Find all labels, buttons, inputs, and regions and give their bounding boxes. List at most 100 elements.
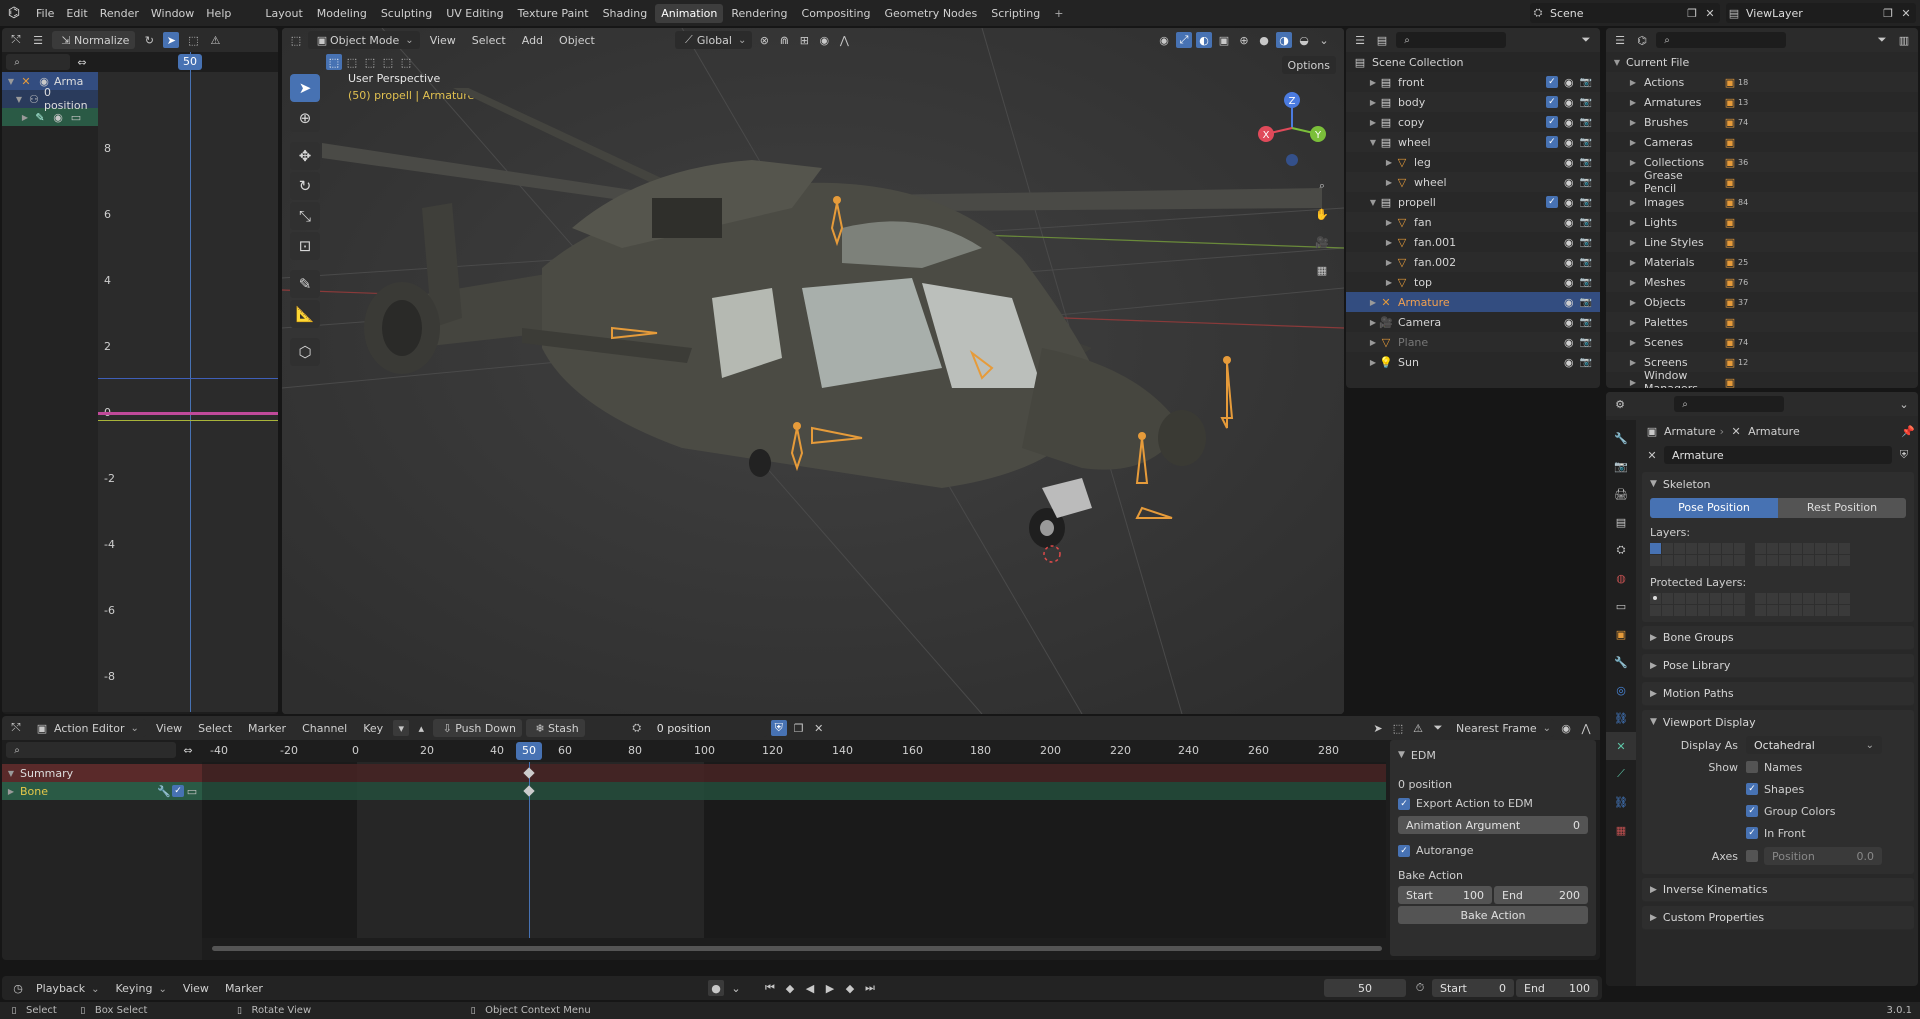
bake-start-field[interactable]: Start 100 [1398, 886, 1492, 904]
include-checkbox[interactable]: ✓ [1545, 76, 1558, 88]
menu-view[interactable]: View [150, 722, 188, 735]
modifier-tab-icon[interactable]: 🔧 [1606, 648, 1636, 676]
filter-icon[interactable]: ⏷ [1430, 720, 1446, 736]
eye-icon[interactable]: ◉ [1564, 336, 1574, 349]
outliner-item-wheel[interactable]: ▶ ▽ wheel ◉ 📷 [1346, 172, 1600, 192]
blender-logo-icon[interactable]: ⌬ [6, 5, 22, 21]
transform-tool[interactable]: ⊡ [290, 232, 320, 260]
pose-library-section[interactable]: ▶ Pose Library [1642, 654, 1914, 678]
duplicate-action-icon[interactable]: ❐ [791, 720, 807, 736]
move-tool[interactable]: ✥ [290, 142, 320, 170]
render-tab-icon[interactable]: 📷 [1606, 452, 1636, 480]
scale-tool[interactable]: ⤡ [290, 202, 320, 230]
chevron-right-icon[interactable]: ▶ [1384, 238, 1394, 247]
outliner-search-input[interactable]: ⌕ [1396, 32, 1506, 48]
outliner-item-armature[interactable]: ▶ ✕ Armature ◉ 📷 [1346, 292, 1600, 312]
bone-mute-checkbox[interactable]: ✓ [172, 785, 184, 797]
render-camera-icon[interactable]: 📷 [1580, 217, 1592, 228]
eye-icon[interactable]: ◉ [1564, 96, 1574, 109]
names-checkbox[interactable] [1746, 761, 1758, 773]
editor-type-icon[interactable]: ☰ [1352, 32, 1368, 48]
chevron-right-icon[interactable]: ▶ [1368, 358, 1378, 367]
render-camera-icon[interactable]: 📷 [1580, 137, 1592, 148]
menu-edit[interactable]: Edit [60, 7, 93, 20]
layer-up-icon[interactable]: ▴ [413, 720, 429, 736]
jump-start-icon[interactable]: ⏮ [762, 980, 778, 996]
editor-type-icon[interactable]: ⚙ [1612, 396, 1628, 412]
constraints-tab-icon[interactable]: ⛓ [1606, 704, 1636, 732]
physics-tab-icon[interactable]: ◎ [1606, 676, 1636, 704]
tab-modeling[interactable]: Modeling [311, 7, 373, 20]
warning-icon[interactable]: ⚠ [1410, 720, 1426, 736]
normalize-toggle[interactable]: ⇲ Normalize [52, 31, 136, 49]
datablock-actions[interactable]: ▶ Actions ▣ 18 [1606, 72, 1918, 92]
eye-icon[interactable]: ◉ [1564, 156, 1574, 169]
eye-icon[interactable]: ◉ [1564, 236, 1574, 249]
render-camera-icon[interactable]: 📷 [1580, 157, 1592, 168]
bone-groups-section[interactable]: ▶ Bone Groups [1642, 626, 1914, 650]
select-new-icon[interactable]: ⬚ [326, 54, 342, 70]
render-camera-icon[interactable]: 📷 [1580, 297, 1592, 308]
rotate-tool[interactable]: ↻ [290, 172, 320, 200]
tab-rendering[interactable]: Rendering [725, 7, 793, 20]
eye-icon[interactable]: ◉ [1564, 136, 1574, 149]
viewport-3d[interactable]: ⬚ ▣ Object Mode View Select Add Object ⟋… [282, 28, 1344, 714]
render-camera-icon[interactable]: 📷 [1580, 337, 1592, 348]
datablock-line-styles[interactable]: ▶ Line Styles ▣ [1606, 232, 1918, 252]
shapes-checkbox[interactable]: ✓ [1746, 783, 1758, 795]
menu-help[interactable]: Help [200, 7, 237, 20]
jump-end-icon[interactable]: ⏭ [862, 980, 878, 996]
blend-file-search-input[interactable]: ⌕ [1656, 32, 1786, 48]
datablock-meshes[interactable]: ▶ Meshes ▣ 76 [1606, 272, 1918, 292]
datablock-scenes[interactable]: ▶ Scenes ▣ 74 [1606, 332, 1918, 352]
annotate-tool[interactable]: ✎ [290, 270, 320, 298]
gizmo-icon[interactable]: ⤢ [1176, 32, 1192, 48]
chevron-right-icon[interactable]: ▶ [1384, 218, 1394, 227]
chevron-down-icon[interactable]: ▼ [1368, 198, 1378, 207]
menu-view[interactable]: View [177, 982, 215, 995]
action-keyframe-area[interactable]: -40 -20 0 20 40 50 60 80 100 120 140 160… [202, 740, 1386, 960]
cursor-tool[interactable]: ⊕ [290, 104, 320, 132]
menu-playback[interactable]: Playback [30, 982, 105, 995]
bake-end-field[interactable]: End 200 [1494, 886, 1588, 904]
select-only-icon[interactable]: ➤ [1370, 720, 1386, 736]
chevron-right-icon[interactable]: ▶ [1384, 158, 1394, 167]
frame-indicator[interactable]: 50 [178, 54, 202, 70]
wrench-icon[interactable]: 🔧 [157, 783, 171, 799]
tab-geometry-nodes[interactable]: Geometry Nodes [878, 7, 983, 20]
refresh-icon[interactable]: ↻ [141, 32, 157, 48]
box-filter-icon[interactable]: ⬚ [1390, 720, 1406, 736]
collection-tab-icon[interactable]: ▭ [1606, 592, 1636, 620]
armature-name-field[interactable]: Armature [1664, 446, 1892, 464]
chevron-right-icon[interactable]: ▶ [1628, 238, 1638, 247]
datablock-images[interactable]: ▶ Images ▣ 84 [1606, 192, 1918, 212]
rendered-shading-icon[interactable]: ◒ [1296, 32, 1312, 48]
stash-button[interactable]: ❄ Stash [525, 719, 585, 737]
expand-icon[interactable]: ▶ [20, 113, 30, 122]
menu-render[interactable]: Render [94, 7, 145, 20]
eye-icon[interactable]: ◉ [1564, 176, 1574, 189]
overlay-icon[interactable]: ◐ [1196, 32, 1212, 48]
chevron-right-icon[interactable]: ▶ [1628, 118, 1638, 127]
shading-options-icon[interactable]: ⌄ [1316, 32, 1332, 48]
menu-object[interactable]: Object [553, 34, 601, 47]
object-tab-icon[interactable]: ▣ [1606, 620, 1636, 648]
add-cube-tool[interactable]: ⬡ [290, 338, 320, 366]
render-camera-icon[interactable]: 📷 [1580, 77, 1592, 88]
eye-icon[interactable]: ◉ [1564, 276, 1574, 289]
end-frame-field[interactable]: End 100 [1516, 979, 1598, 997]
next-keyframe-icon[interactable]: ◆ [842, 980, 858, 996]
chevron-right-icon[interactable]: ▶ [1368, 118, 1378, 127]
options-dropdown-icon[interactable]: ⌄ [1896, 396, 1912, 412]
chevron-right-icon[interactable]: ▶ [1368, 298, 1378, 307]
include-checkbox[interactable]: ✓ [1545, 136, 1558, 148]
eye-icon[interactable]: ◉ [1564, 196, 1574, 209]
include-checkbox[interactable]: ✓ [1545, 196, 1558, 208]
helicopter-model[interactable] [322, 88, 1322, 688]
display-as-dropdown[interactable]: Octahedral [1746, 736, 1882, 754]
channel-search-input[interactable]: ⌕ [6, 742, 176, 758]
expand-icon[interactable]: ▼ [6, 77, 16, 86]
expand-icon[interactable]: ▼ [14, 95, 24, 104]
texture-tab-icon[interactable]: ▦ [1606, 816, 1636, 844]
tab-uv-editing[interactable]: UV Editing [440, 7, 509, 20]
